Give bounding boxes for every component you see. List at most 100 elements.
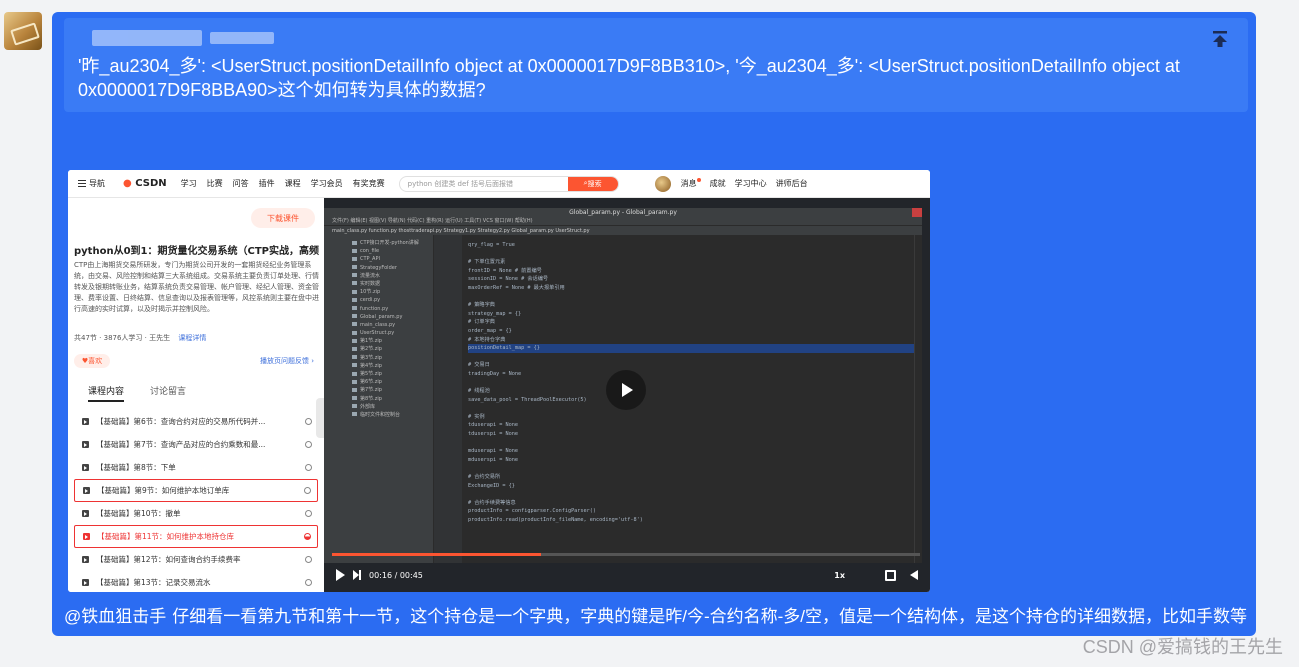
status-icon [305,556,312,563]
nav-link[interactable]: 比赛 [207,178,223,189]
attached-screenshot[interactable]: 导航 ● CSDN 学习 比赛 问答 插件 课程 学习会员 有奖竞赛 pytho… [68,170,930,592]
code-line: # 本地持仓字典 [468,336,506,343]
time-display: 00:16 / 00:45 [369,570,423,580]
code-line: # 订单字典 [468,319,495,326]
quoted-message: '昨_au2304_多': <UserStruct.positionDetail… [64,18,1248,112]
tree-item: Global_param.py [352,313,433,321]
tree-item: 第4节.zip [352,362,433,370]
tab-discussion[interactable]: 讨论留言 [150,384,186,402]
csdn-logo[interactable]: ● CSDN [123,178,167,189]
collapse-up-icon[interactable] [1212,30,1228,48]
play-control-icon[interactable] [336,569,345,581]
nav-avatar[interactable] [654,175,671,192]
play-icon[interactable] [606,370,646,410]
nav-menu[interactable]: 导航 [78,178,105,189]
ide-title-bar: Global_param.py - Global_param.py [324,208,922,217]
status-icon [305,464,312,471]
tree-item: 第6节.zip [352,378,433,386]
code-line: order_map = {} [468,327,512,334]
status-icon [304,487,311,494]
video-icon [82,556,89,563]
code-line: productInfo = configparser.ConfigParser(… [468,508,597,515]
user-avatar[interactable] [4,12,42,50]
code-line: # 交易日 [468,362,490,369]
ide-scrollbar [914,235,922,563]
code-line: # 下单位置元素 [468,259,506,266]
volume-icon[interactable] [910,570,918,580]
nav-link[interactable]: 有奖竞赛 [353,178,385,189]
nav-right: 消息 成就 学习中心 讲师后台 [681,178,808,189]
video-icon [83,487,90,494]
video-icon [82,418,89,425]
course-title: python从0到1：期货量化交易系统（CTP实战，高频... [74,246,320,257]
feedback-link[interactable]: 播放页问题反馈 › [260,356,314,366]
course-description: CTP由上海期货交易所研发，专门为期货公司开发的一套期货经纪业务管理系统，由交易… [74,261,319,313]
tree-item: 第5节.zip [352,370,433,378]
nav-learning-center[interactable]: 学习中心 [735,178,767,189]
fullscreen-icon[interactable] [885,569,896,581]
code-line: # 线程池 [468,388,490,395]
nav-messages[interactable]: 消息 [681,178,701,189]
search-input[interactable]: python 创建类 def 括号后面报错 [400,179,568,189]
speed-button[interactable]: 1x [834,571,845,580]
nav-teacher-backend[interactable]: 讲师后台 [776,178,808,189]
lesson-item[interactable]: 【基础篇】第13节：记录交易流水 [74,571,318,592]
tree-item: 第1节.zip [352,337,433,345]
nav-link[interactable]: 学习会员 [311,178,343,189]
code-line: qry_flag = True [468,242,515,248]
video-player[interactable]: Global_param.py - Global_param.py 文件(F) … [324,198,930,592]
nav-search[interactable]: python 创建类 def 括号后面报错 ⌕ 搜索 [398,175,619,192]
quoted-sender-blurred [92,30,274,46]
quoted-text: '昨_au2304_多': <UserStruct.positionDetail… [78,56,1180,100]
progress-bar[interactable] [332,553,920,556]
lesson-item[interactable]: 【基础篇】第7节：查询产品对应的合约乘数和最... [74,433,318,456]
ide-menu: 文件(F) 编辑(E) 视图(V) 导航(N) 代码(C) 重构(R) 运行(U… [324,217,922,225]
unread-dot [696,178,701,182]
video-icon [82,579,89,586]
status-icon [305,579,312,586]
download-button[interactable]: 下载课件 [251,208,315,228]
nav-link[interactable]: 学习 [181,178,197,189]
tab-content[interactable]: 课程内容 [88,384,125,402]
like-button[interactable]: ♥ 喜欢 [74,354,110,368]
lesson-item[interactable]: 【基础篇】第6节：查询合约对应的交易所代码并... [74,410,318,433]
code-line: # 合约交易所 [468,474,501,481]
tree-item: 临时文件和控制台 [352,411,433,419]
lesson-item[interactable]: 【基础篇】第10节：撤单 [74,502,318,525]
code-line: strategy_map = {} [468,310,522,317]
course-tabs: 课程内容 讨论留言 [68,384,324,402]
nav-link[interactable]: 问答 [233,178,249,189]
code-line: mduserspi = None [468,456,518,463]
code-line: positionDetail_map = {} [468,344,914,353]
watermark: CSDN @爱搞钱的王先生 [1082,637,1283,657]
close-icon [912,208,922,217]
tree-item: 第7节.zip [352,386,433,394]
tree-item: 流量流水 [352,272,433,280]
ide-gutter [434,235,462,563]
search-button[interactable]: ⌕ 搜索 [567,176,618,191]
code-line: save_data_pool = ThreadPoolExecutor(5) [468,396,587,403]
lesson-item[interactable]: 【基础篇】第12节：如何查询合约手续费率 [74,548,318,571]
lesson-item-highlighted[interactable]: 【基础篇】第9节：如何维护本地订单库 [74,479,318,502]
menu-icon [78,180,86,187]
next-icon[interactable] [353,570,361,580]
code-line: # 实例 [468,413,485,420]
lesson-item-current[interactable]: 【基础篇】第11节：如何维护本地持仓库 [74,525,318,548]
nav-link[interactable]: 插件 [259,178,275,189]
lesson-item[interactable]: 【基础篇】第8节：下单 [74,456,318,479]
nav-link[interactable]: 课程 [285,178,301,189]
course-detail-link[interactable]: 课程详情 [178,334,206,342]
nav-achievements[interactable]: 成就 [710,178,726,189]
tree-item: 第3节.zip [352,354,433,362]
ide-editor: qry_flag = True # 下单位置元素 frontID = None #… [462,235,914,563]
message-body: 仔细看一看第九节和第十一节，这个持仓是一个字典，字典的键是昨/今-合约名称-多/… [172,607,1248,626]
video-icon [83,533,90,540]
ide-project-tree: CTP接口开发-python讲解 con_file CTP_API StrategyF… [324,235,434,563]
mention[interactable]: @铁血狙击手 [64,607,166,626]
progress-fill [332,553,542,556]
tree-item: StrategyFolder [352,264,433,272]
course-meta: 共47节 · 3876人学习 · 王先生 课程详情 [74,334,207,342]
